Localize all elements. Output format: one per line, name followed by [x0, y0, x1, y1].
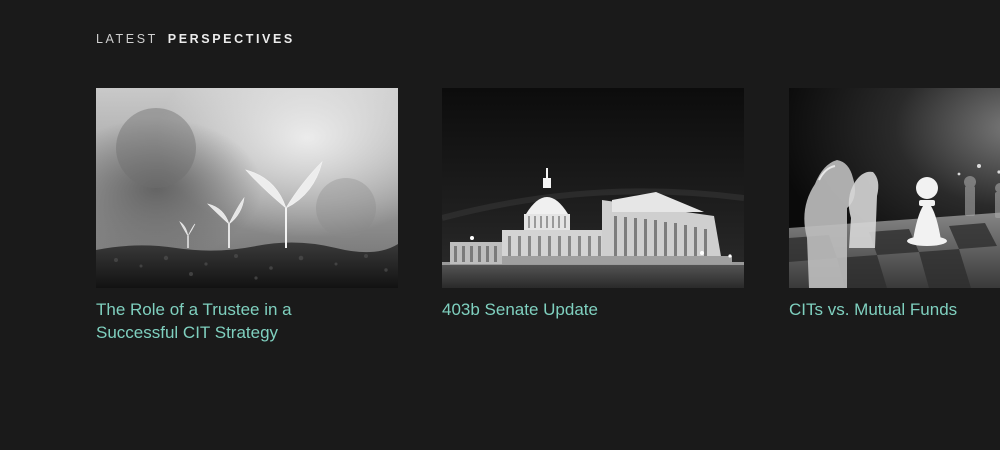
article-image-seedlings[interactable] — [96, 88, 398, 288]
article-title-trustee[interactable]: The Role of a Trustee in a Successful CI… — [96, 298, 336, 344]
article-card-403b[interactable]: 403b Senate Update — [442, 88, 744, 321]
article-card-cits[interactable]: CITs vs. Mutual Funds — [789, 88, 1000, 321]
section-heading: LATEST PERSPECTIVES — [96, 32, 295, 46]
article-card-trustee[interactable]: The Role of a Trustee in a Successful CI… — [96, 88, 398, 344]
section-heading-light: LATEST — [96, 32, 158, 46]
section-heading-bold: PERSPECTIVES — [167, 32, 295, 46]
capitol-image — [442, 88, 744, 288]
article-image-capitol[interactable] — [442, 88, 744, 288]
article-image-chess[interactable] — [789, 88, 1000, 288]
latest-perspectives-section: LATEST PERSPECTIVES The Role of a Truste… — [0, 0, 1000, 450]
article-title-403b[interactable]: 403b Senate Update — [442, 298, 722, 321]
seedlings-image — [96, 88, 398, 288]
chess-image — [789, 88, 1000, 288]
article-title-cits[interactable]: CITs vs. Mutual Funds — [789, 298, 1000, 321]
